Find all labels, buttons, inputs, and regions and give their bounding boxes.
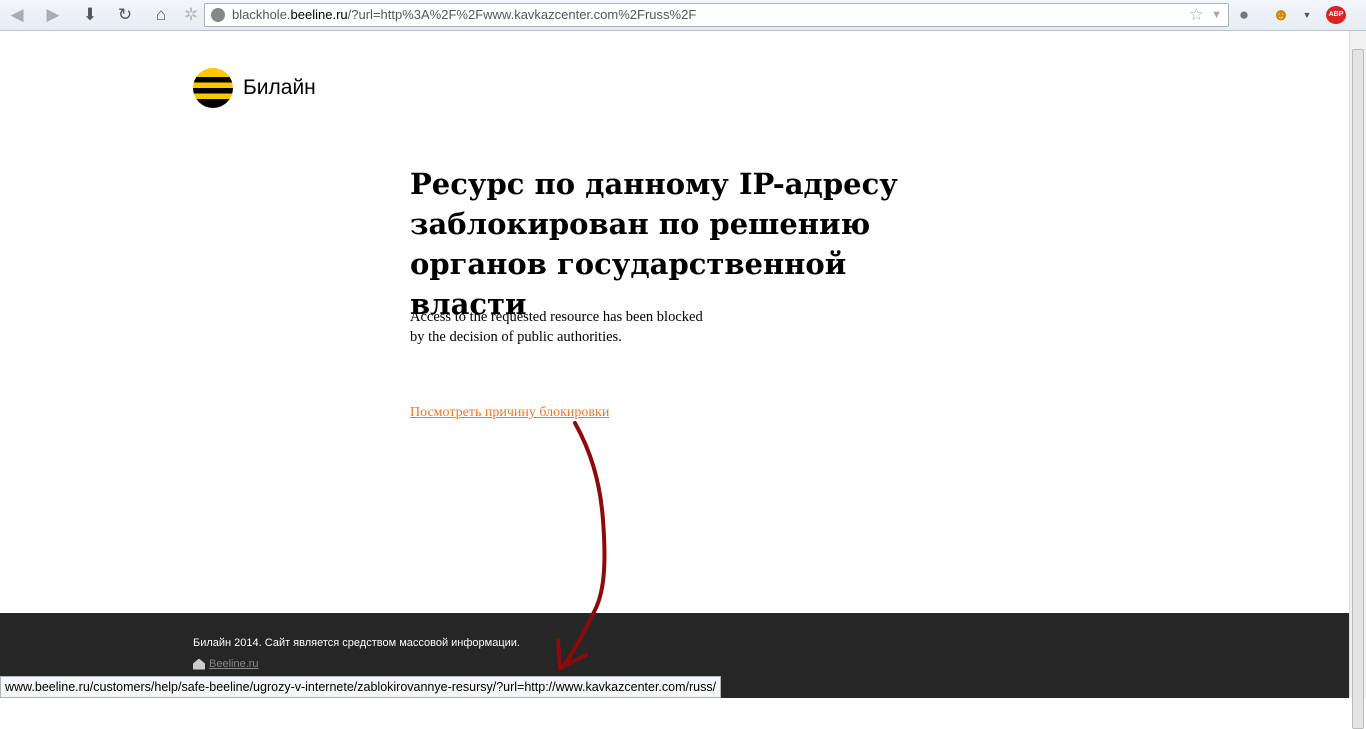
globe-icon — [211, 8, 225, 22]
logo-text: Билайн — [243, 76, 316, 99]
block-reason-link[interactable]: Посмотреть причину блокировки — [410, 405, 609, 421]
monkey-addon-icon[interactable]: ☻ — [1270, 4, 1292, 26]
menu-dropdown-icon[interactable]: ▼ — [1296, 4, 1318, 26]
browser-toolbar: ◀ ▶ ⬇ ↻ ⌂ ✲ blackhole.beeline.ru/?url=ht… — [0, 0, 1366, 31]
addon-globe-icon[interactable]: ● — [1233, 4, 1255, 26]
scrollbar-thumb[interactable] — [1352, 49, 1364, 729]
english-line-2: by the decision of public authorities. — [410, 329, 622, 345]
url-domain: beeline.ru — [290, 7, 348, 22]
beeline-logo[interactable]: Билайн — [193, 68, 316, 108]
download-icon[interactable]: ⬇ — [79, 4, 101, 26]
vertical-scrollbar[interactable] — [1349, 31, 1366, 729]
home-icon[interactable]: ⌂ — [150, 4, 172, 26]
reload-icon[interactable]: ↻ — [114, 4, 136, 26]
footer-copyright: Билайн 2014. Сайт является средством мас… — [193, 637, 520, 649]
url-prefix: blackhole. — [232, 7, 291, 22]
page-title: Ресурс по данному IP-адресу заблокирован… — [410, 167, 898, 321]
back-icon[interactable]: ◀ — [6, 4, 28, 26]
forward-icon[interactable]: ▶ — [42, 4, 64, 26]
status-bar: www.beeline.ru/customers/help/safe-beeli… — [0, 676, 722, 698]
home-icon — [193, 658, 205, 670]
address-bar[interactable]: blackhole.beeline.ru/?url=http%3A%2F%2Fw… — [204, 3, 1229, 27]
footer-home-link[interactable]: Beeline.ru — [193, 658, 259, 670]
english-line-1: Access to the requested resource has bee… — [410, 309, 703, 325]
english-notice: Access to the requested resource has bee… — [410, 307, 740, 347]
url-dropdown-icon[interactable]: ▼ — [1211, 4, 1222, 26]
adblock-icon[interactable]: ABP — [1326, 6, 1346, 24]
footer-link-text: Beeline.ru — [209, 658, 259, 670]
url-rest: /?url=http%3A%2F%2Fwww.kavkazcenter.com%… — [347, 7, 697, 22]
bookmark-star-icon[interactable]: ☆ — [1189, 4, 1204, 26]
loading-icon: ✲ — [183, 5, 199, 24]
beeline-ball-icon — [193, 68, 233, 108]
